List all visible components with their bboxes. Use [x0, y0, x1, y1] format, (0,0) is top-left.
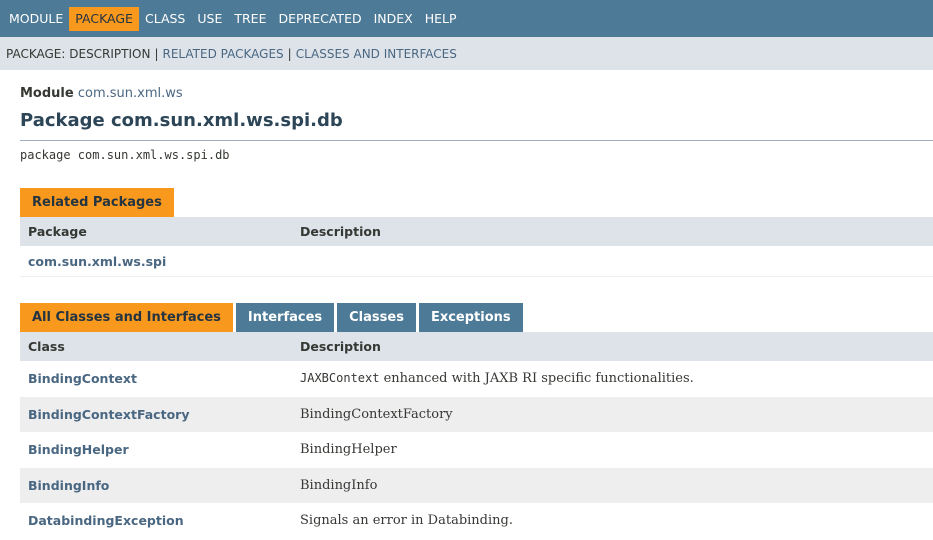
class-link[interactable]: BindingHelper	[20, 442, 300, 457]
class-description: Signals an error in Databinding.	[300, 513, 513, 529]
nav-help[interactable]: HELP	[419, 7, 463, 31]
related-packages-caption: Related Packages	[20, 188, 174, 217]
class-description: BindingInfo	[300, 477, 378, 493]
column-header-class: Class	[28, 339, 65, 354]
page-title: Package com.sun.xml.ws.spi.db	[20, 110, 933, 141]
classes-table-header: Class Description	[20, 332, 933, 361]
nav-module[interactable]: MODULE	[3, 7, 69, 31]
class-link[interactable]: BindingContext	[20, 371, 300, 386]
nav-deprecated[interactable]: DEPRECATED	[272, 7, 367, 31]
column-header-description: Description	[300, 339, 381, 354]
subnav-separator: |	[287, 46, 292, 61]
sub-navigation-bar: PACKAGE: DESCRIPTION | RELATED PACKAGES …	[0, 37, 933, 70]
class-link[interactable]: BindingContextFactory	[20, 407, 300, 422]
class-description: BindingHelper	[300, 442, 397, 458]
table-row: BindingHelper BindingHelper	[20, 432, 933, 468]
nav-class[interactable]: CLASS	[139, 7, 191, 31]
column-header-package: Package	[28, 224, 87, 239]
nav-index[interactable]: INDEX	[368, 7, 419, 31]
module-line: Module com.sun.xml.ws	[20, 86, 933, 101]
main-content: Module com.sun.xml.ws Package com.sun.xm…	[0, 86, 933, 539]
table-row: BindingContext JAXBContext enhanced with…	[20, 361, 933, 397]
class-description-code[interactable]: JAXBContext	[300, 371, 379, 385]
subnav-related-packages-link[interactable]: RELATED PACKAGES	[163, 47, 284, 61]
class-link[interactable]: DatabindingException	[20, 513, 300, 528]
table-row: com.sun.xml.ws.spi	[20, 246, 933, 277]
class-description-text: enhanced with JAXB RI specific functiona…	[379, 371, 694, 387]
package-link[interactable]: com.sun.xml.ws.spi	[20, 254, 300, 269]
table-row: BindingInfo BindingInfo	[20, 467, 933, 503]
nav-package[interactable]: PACKAGE	[69, 6, 139, 31]
class-link[interactable]: BindingInfo	[20, 478, 300, 493]
module-label: Module	[20, 86, 74, 101]
class-filter-tabs: All Classes and Interfaces Interfaces Cl…	[20, 303, 933, 332]
table-row: BindingContextFactory BindingContextFact…	[20, 396, 933, 432]
package-declaration: package com.sun.xml.ws.spi.db	[20, 148, 230, 162]
tab-all-classes-and-interfaces[interactable]: All Classes and Interfaces	[20, 303, 233, 332]
table-row: DatabindingException Signals an error in…	[20, 503, 933, 539]
nav-use[interactable]: USE	[191, 7, 228, 31]
subnav-classes-link[interactable]: CLASSES AND INTERFACES	[296, 47, 457, 61]
column-header-description: Description	[300, 224, 381, 239]
nav-tree[interactable]: TREE	[228, 7, 272, 31]
subnav-separator: |	[154, 46, 159, 61]
related-packages-section: Related Packages Package Description com…	[20, 162, 933, 277]
related-packages-table-header: Package Description	[20, 217, 933, 246]
tab-interfaces[interactable]: Interfaces	[235, 303, 335, 332]
classes-section: All Classes and Interfaces Interfaces Cl…	[20, 303, 933, 539]
tab-classes[interactable]: Classes	[337, 303, 416, 332]
class-description: JAXBContext enhanced with JAXB RI specif…	[300, 371, 933, 386]
top-navigation-bar: MODULE PACKAGE CLASS USE TREE DEPRECATED…	[0, 0, 933, 37]
subnav-description-label: PACKAGE: DESCRIPTION	[6, 46, 151, 61]
module-link[interactable]: com.sun.xml.ws	[78, 86, 183, 101]
tab-exceptions[interactable]: Exceptions	[418, 303, 523, 332]
class-description: BindingContextFactory	[300, 406, 453, 422]
